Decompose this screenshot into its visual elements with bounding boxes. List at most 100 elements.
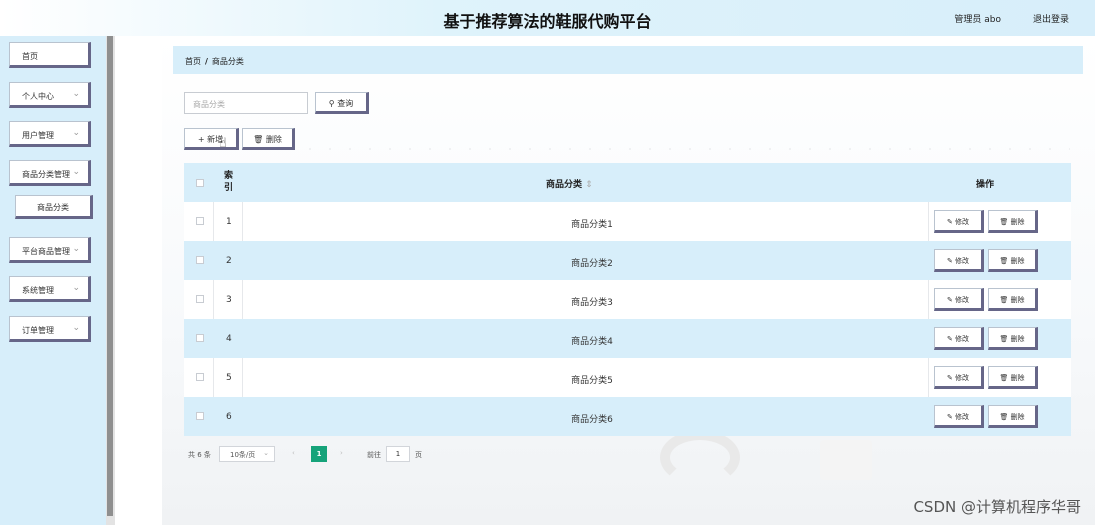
goto-label: 前往 (367, 451, 381, 459)
row-checkbox[interactable] (196, 217, 204, 225)
sidebar-item-label: 用户管理 (22, 131, 54, 140)
chevron-down-icon: ⌄ (72, 89, 80, 99)
column-header-actions: 操作 (976, 180, 995, 190)
trash-icon: 🗑 (253, 135, 264, 144)
search-button-label: 查询 (337, 99, 354, 108)
table-header: 索引 商品分类 ⇕ 操作 (184, 163, 1071, 202)
prev-page-button[interactable]: ‹ (292, 449, 295, 457)
breadcrumb-separator: / (205, 57, 208, 66)
breadcrumb-bar: 首页 / 商品分类 (173, 46, 1083, 74)
edit-button[interactable]: ✎ 修改 (934, 288, 984, 311)
edit-icon: ✎ (946, 413, 953, 421)
search-icon: ⚲ (328, 99, 335, 108)
edit-icon: ✎ (946, 218, 953, 226)
delete-button[interactable]: 🗑 删除 (988, 249, 1038, 272)
edit-icon: ✎ (946, 296, 953, 304)
delete-button-label: 删除 (265, 135, 282, 144)
row-category-name: 商品分类5 (571, 376, 613, 386)
sidebar-item-home[interactable]: 首页 (9, 42, 91, 68)
chevron-down-icon: ⌄ (72, 128, 80, 138)
search-input[interactable]: 商品分类 (184, 92, 308, 114)
add-button[interactable]: + 新增 (184, 128, 239, 150)
edit-button[interactable]: ✎ 修改 (934, 210, 984, 233)
column-header-category[interactable]: 商品分类 ⇕ (546, 177, 593, 190)
page-size-value: 10条/页 (230, 451, 256, 459)
trash-icon: 🗑 (999, 413, 1009, 421)
sort-icon[interactable]: ⇕ (585, 180, 593, 190)
sidebar-item-label: 商品分类管理 (22, 170, 70, 179)
column-divider (213, 358, 214, 397)
plus-icon: + (197, 135, 205, 144)
goto-page-input[interactable]: 1 (386, 446, 410, 462)
breadcrumb-current: 商品分类 (211, 57, 244, 66)
delete-button-label: 删除 (1010, 413, 1025, 421)
scrollbar-thumb[interactable] (107, 36, 113, 516)
sidebar-item-label: 系统管理 (22, 286, 54, 295)
table-row: 1 商品分类1 ✎ 修改 🗑 删除 (184, 202, 1071, 241)
column-divider (213, 280, 214, 319)
category-table: 索引 商品分类 ⇕ 操作 1 商品分类1 ✎ 修改 🗑 删除 2 商品分类2 ✎… (184, 163, 1071, 439)
trash-icon: 🗑 (999, 374, 1009, 382)
edit-button[interactable]: ✎ 修改 (934, 249, 984, 272)
column-divider (213, 202, 214, 241)
edit-button-label: 修改 (955, 413, 970, 421)
edit-icon: ✎ (946, 335, 953, 343)
next-page-button[interactable]: › (340, 449, 343, 457)
dotted-divider (300, 146, 1070, 152)
edit-button[interactable]: ✎ 修改 (934, 327, 984, 350)
page-number-current[interactable]: 1 (311, 446, 327, 462)
sidebar-item-system-management[interactable]: 系统管理 ⌄ (9, 276, 91, 302)
delete-button[interactable]: 🗑 删除 (988, 327, 1038, 350)
sidebar-item-label: 个人中心 (22, 92, 54, 101)
app-title: 基于推荐算法的鞋服代购平台 (443, 12, 652, 31)
delete-button[interactable]: 🗑 删除 (988, 288, 1038, 311)
row-category-name: 商品分类4 (571, 337, 613, 347)
sidebar-item-product-management[interactable]: 平台商品管理 ⌄ (9, 237, 91, 263)
delete-button-label: 删除 (1010, 296, 1025, 304)
edit-button-label: 修改 (955, 257, 970, 265)
edit-button-label: 修改 (955, 296, 970, 304)
sidebar-item-label: 订单管理 (22, 326, 54, 335)
row-checkbox[interactable] (196, 412, 204, 420)
row-checkbox[interactable] (196, 334, 204, 342)
edit-button[interactable]: ✎ 修改 (934, 366, 984, 389)
row-index: 3 (226, 295, 232, 305)
column-header-index: 索引 (224, 171, 234, 193)
background-decoration (820, 440, 872, 480)
column-header-category-label: 商品分类 (546, 180, 583, 190)
page-size-select[interactable]: 10条/页 ⌄ (219, 446, 275, 462)
row-category-name: 商品分类2 (571, 259, 613, 269)
row-checkbox[interactable] (196, 295, 204, 303)
delete-button[interactable]: 🗑 删除 (988, 405, 1038, 428)
delete-button[interactable]: 🗑 删除 (988, 210, 1038, 233)
pagination-total: 共 6 条 (188, 451, 211, 459)
row-checkbox[interactable] (196, 373, 204, 381)
trash-icon: 🗑 (999, 296, 1009, 304)
select-all-checkbox[interactable] (196, 179, 204, 187)
chevron-down-icon: ⌄ (72, 167, 80, 177)
search-button[interactable]: ⚲ 查询 (315, 92, 369, 114)
chevron-down-icon: ⌄ (72, 323, 80, 333)
sidebar-item-label: 平台商品管理 (22, 247, 70, 256)
hand-pointer-icon: ☝ (219, 136, 227, 151)
delete-button[interactable]: 🗑 删除 (988, 366, 1038, 389)
sidebar-item-user-management[interactable]: 用户管理 ⌄ (9, 121, 91, 147)
batch-delete-button[interactable]: 🗑 删除 (242, 128, 295, 150)
breadcrumb-home[interactable]: 首页 (185, 57, 201, 66)
chevron-down-icon: ⌄ (72, 283, 80, 293)
sidebar-item-category-management[interactable]: 商品分类管理 ⌄ (9, 160, 91, 186)
row-category-name: 商品分类1 (571, 220, 613, 230)
chevron-down-icon: ⌄ (263, 449, 269, 457)
table-row: 5 商品分类5 ✎ 修改 🗑 删除 (184, 358, 1071, 397)
sidebar-item-order-management[interactable]: 订单管理 ⌄ (9, 316, 91, 342)
edit-button[interactable]: ✎ 修改 (934, 405, 984, 428)
logout-link[interactable]: 退出登录 (1033, 12, 1069, 25)
sidebar-scrollbar[interactable] (106, 36, 115, 525)
edit-button-label: 修改 (955, 374, 970, 382)
row-index: 5 (226, 373, 232, 383)
row-checkbox[interactable] (196, 256, 204, 264)
sidebar-subitem-category[interactable]: 商品分类 (15, 195, 93, 219)
table-row: 3 商品分类3 ✎ 修改 🗑 删除 (184, 280, 1071, 319)
sidebar-item-personal-center[interactable]: 个人中心 ⌄ (9, 82, 91, 108)
breadcrumb: 首页 / 商品分类 (185, 56, 244, 67)
